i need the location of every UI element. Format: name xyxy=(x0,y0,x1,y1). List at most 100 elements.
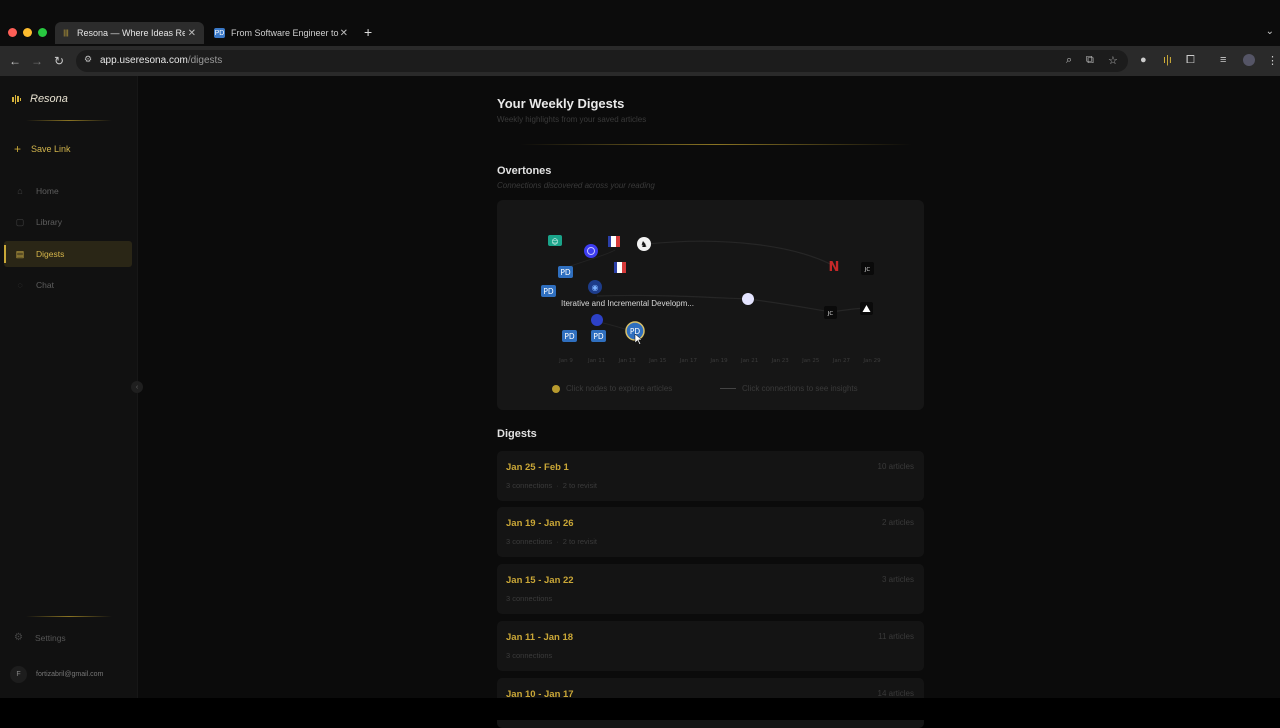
brand[interactable]: Resona xyxy=(12,93,68,105)
sidebar-item-chat[interactable]: ◌ Chat xyxy=(4,272,132,298)
graph-node[interactable] xyxy=(860,302,873,315)
graph-node[interactable]: PD xyxy=(562,330,577,342)
graph-node[interactable] xyxy=(591,314,603,326)
graph-node[interactable] xyxy=(608,236,620,247)
graph-node[interactable]: JC xyxy=(824,306,837,319)
close-tab-icon[interactable]: ✕ xyxy=(188,28,196,39)
site-info-icon[interactable]: ⚙ xyxy=(84,54,92,65)
close-window-button[interactable] xyxy=(8,28,17,37)
digest-card[interactable]: Jan 15 - Jan 22 3 articles 3 connections xyxy=(497,564,924,614)
resona-favicon-icon: ||| xyxy=(63,29,69,37)
graph-node[interactable]: ◉ xyxy=(588,280,602,294)
digest-card[interactable]: Jan 11 - Jan 18 11 articles 3 connection… xyxy=(497,621,924,671)
graph-node[interactable] xyxy=(584,244,598,258)
svg-text:☺: ☺ xyxy=(551,238,558,246)
axis-tick-label: Jan 13 xyxy=(618,358,637,364)
reading-list-icon[interactable]: ≡ xyxy=(1220,54,1226,66)
digest-card[interactable]: Jan 19 - Jan 26 2 articles 3 connections… xyxy=(497,507,924,557)
sidebar-item-digests[interactable]: ▤ Digests xyxy=(4,241,132,267)
close-tab-icon[interactable]: ✕ xyxy=(340,28,348,39)
digest-article-count: 14 articles xyxy=(877,689,914,698)
tab-title: From Software Engineer to P xyxy=(231,28,339,38)
tab-search-icon[interactable]: ⌄ xyxy=(1266,26,1274,37)
svg-text:PD: PD xyxy=(593,332,604,341)
digest-article-count: 11 articles xyxy=(878,632,914,641)
digest-article-count: 3 articles xyxy=(881,575,914,584)
zoom-icon[interactable]: ⌕ xyxy=(1066,54,1072,67)
axis-tick-label: Jan 27 xyxy=(832,358,851,364)
digest-meta: 3 connections xyxy=(506,651,553,660)
minimize-window-button[interactable] xyxy=(23,28,32,37)
gear-icon: ⚙ xyxy=(14,632,23,643)
page-title: Your Weekly Digests xyxy=(497,96,625,111)
avatar: F xyxy=(10,666,27,683)
graph-node[interactable]: ♞ xyxy=(637,237,651,251)
book-icon: ▢ xyxy=(15,216,25,227)
digest-date-range: Jan 11 - Jan 18 xyxy=(506,632,574,643)
connection-line xyxy=(646,240,835,267)
axis-tick-label: Jan 19 xyxy=(709,358,728,364)
maximize-window-button[interactable] xyxy=(38,28,47,37)
extension-globe-icon[interactable]: ● xyxy=(1140,54,1147,66)
browser-tab-bar: ||| Resona — Where Ideas Reson ✕ PD From… xyxy=(0,0,1280,46)
legend-label: Click connections to see insights xyxy=(742,384,858,393)
graph-node[interactable]: PD xyxy=(591,330,606,342)
settings-button[interactable]: ⚙ Settings xyxy=(14,632,66,643)
graph-node[interactable]: PD xyxy=(558,266,573,278)
install-app-icon[interactable]: ⧉ xyxy=(1086,54,1094,67)
page-subtitle: Weekly highlights from your saved articl… xyxy=(497,115,647,124)
connection-line xyxy=(747,298,832,313)
chat-icon: ◌ xyxy=(17,280,23,290)
digests-title: Digests xyxy=(497,428,537,440)
address-bar[interactable]: ⚙ app.useresona.com/digests ⌕ ⧉ ☆ xyxy=(76,50,1128,72)
save-link-button[interactable]: + Save Link xyxy=(14,142,71,156)
reload-icon[interactable]: ↻ xyxy=(54,54,64,68)
sidebar-item-library[interactable]: ▢ Library xyxy=(4,209,132,235)
brand-name: Resona xyxy=(30,93,68,105)
graph-node[interactable]: PD xyxy=(541,285,556,297)
graph-node[interactable]: N xyxy=(829,260,840,275)
axis-tick-label: Jan 15 xyxy=(648,358,667,364)
bookmark-star-icon[interactable]: ☆ xyxy=(1108,54,1118,67)
graph-node[interactable]: JC xyxy=(861,262,874,275)
browser-menu-icon[interactable]: ⋮ xyxy=(1267,54,1278,67)
digest-card[interactable]: Jan 25 - Feb 1 10 articles 3 connections… xyxy=(497,451,924,501)
svg-text:♞: ♞ xyxy=(640,240,647,249)
sidebar-item-home[interactable]: ⌂ Home xyxy=(4,178,132,204)
svg-text:JC: JC xyxy=(827,311,834,317)
svg-text:PD: PD xyxy=(564,332,575,341)
extension-resona-icon[interactable]: ı|ı xyxy=(1163,54,1172,66)
graph-node[interactable] xyxy=(742,293,754,305)
sidebar-item-label: Digests xyxy=(36,249,65,259)
overtones-graph[interactable]: ☺ ♞ PD ◉ PD PD PD PD N JC JC Jan 9 Jan 11… xyxy=(497,200,924,410)
plus-icon: + xyxy=(14,142,22,156)
home-icon: ⌂ xyxy=(17,186,23,196)
app-root: Resona + Save Link ⌂ Home ▢ Library ▤ Di… xyxy=(0,76,1280,728)
overtones-subtitle: Connections discovered across your readi… xyxy=(497,181,655,190)
digest-article-count: 10 articles xyxy=(877,462,914,471)
tab-resona[interactable]: ||| Resona — Where Ideas Reson ✕ xyxy=(55,22,204,44)
forward-icon[interactable]: → xyxy=(31,54,43,68)
back-icon[interactable]: ← xyxy=(9,54,21,68)
digest-date-range: Jan 25 - Feb 1 xyxy=(506,462,569,473)
digest-date-range: Jan 15 - Jan 22 xyxy=(506,575,574,586)
extensions-puzzle-icon[interactable]: ⧠ xyxy=(1186,54,1195,67)
resona-logo-icon xyxy=(12,94,21,104)
digest-meta: 3 connections2 to revisit xyxy=(506,537,597,546)
svg-text:PD: PD xyxy=(560,268,571,277)
newspaper-icon: ▤ xyxy=(15,248,25,259)
profile-avatar[interactable] xyxy=(1243,54,1255,66)
graph-node[interactable]: ☺ xyxy=(548,235,562,246)
tab-article[interactable]: PD From Software Engineer to P ✕ xyxy=(208,24,356,42)
collapse-sidebar-button[interactable]: ‹ xyxy=(131,381,143,393)
new-tab-button[interactable]: + xyxy=(364,24,372,40)
pd-favicon-icon: PD xyxy=(214,28,225,38)
axis-tick-label: Jan 21 xyxy=(740,358,758,364)
digest-meta: 3 connections2 to revisit xyxy=(506,481,597,490)
node-dot-icon xyxy=(552,384,560,393)
user-account[interactable]: F fortizabril@gmail.com xyxy=(10,666,103,683)
graph-node[interactable] xyxy=(614,262,626,273)
axis-tick-label: Jan 29 xyxy=(862,358,881,364)
node-tooltip: Iterative and Incremental Developm... xyxy=(561,299,694,308)
digest-article-count: 2 articles xyxy=(881,518,914,527)
